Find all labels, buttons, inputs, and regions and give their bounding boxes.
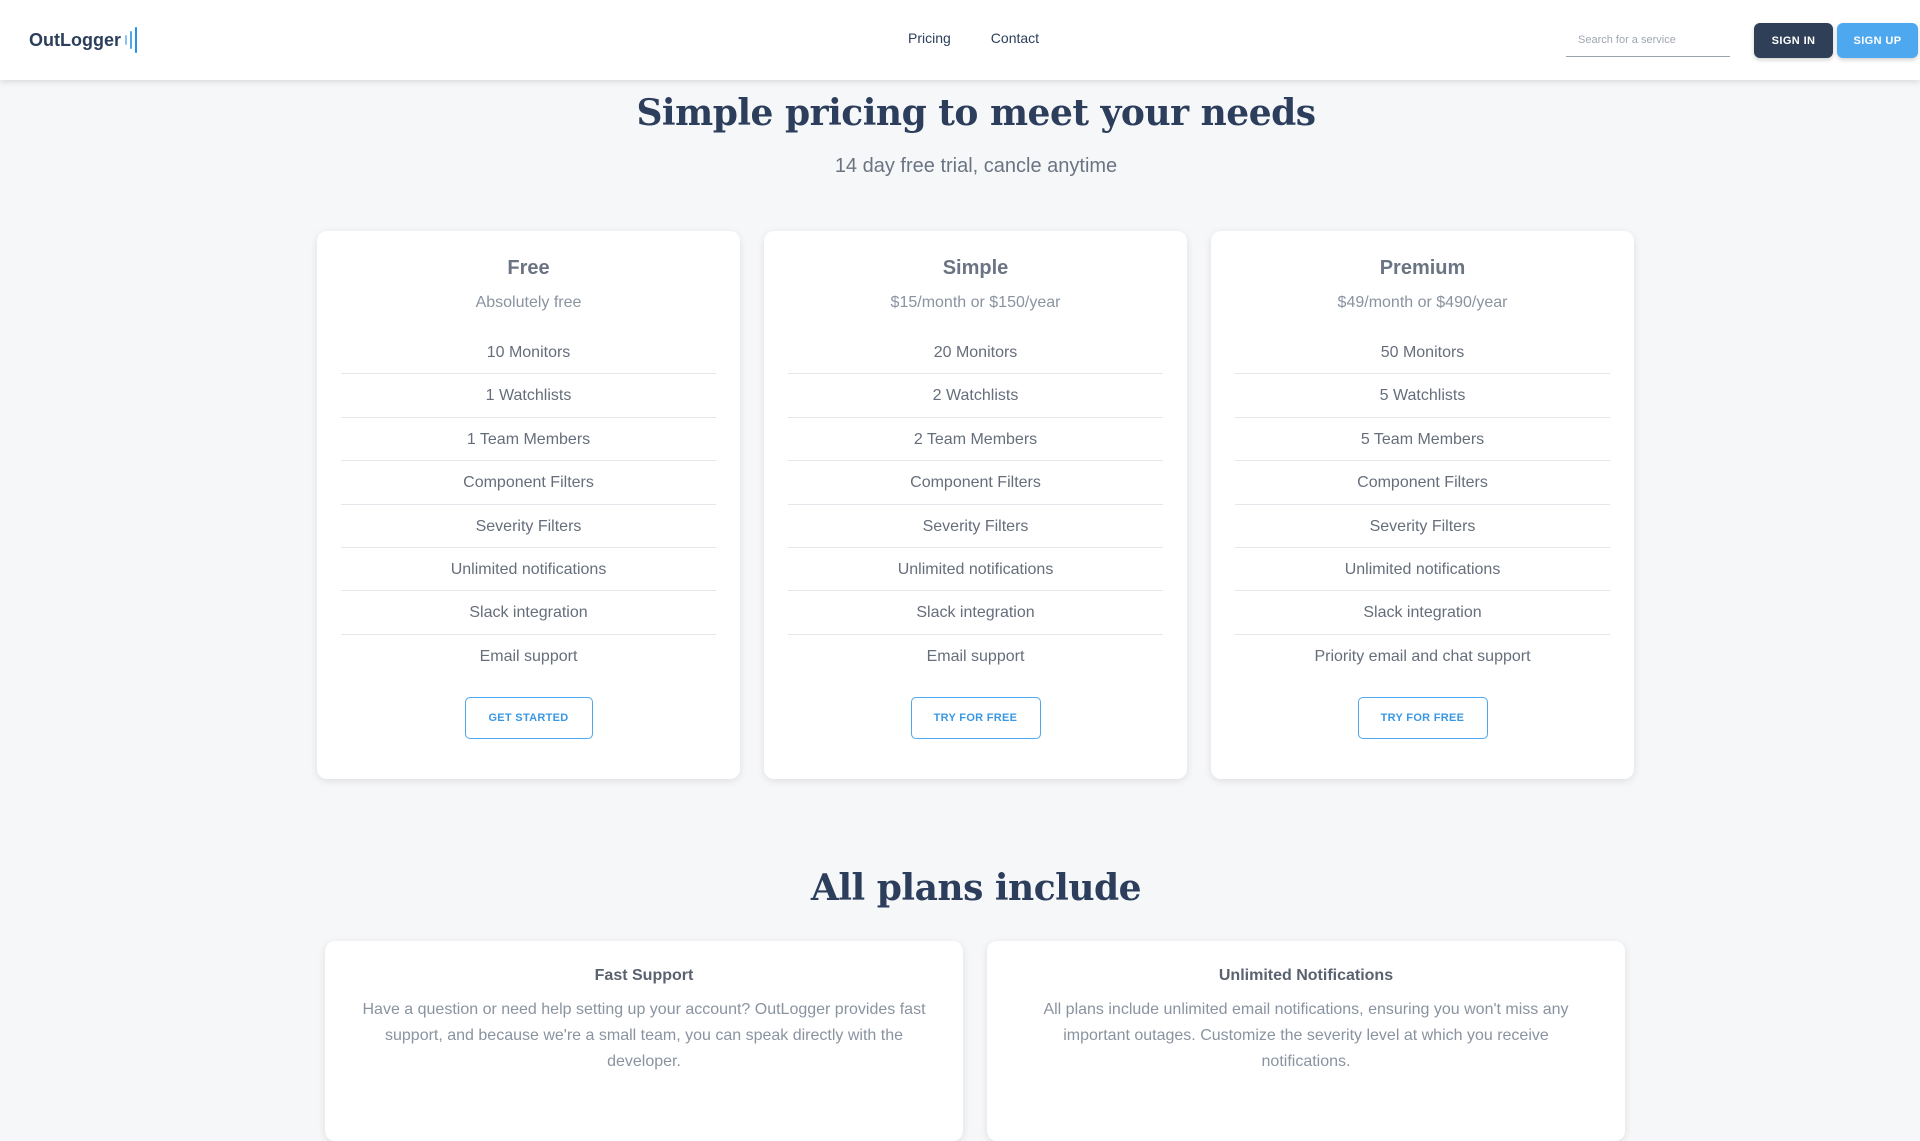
feature-item: Priority email and chat support xyxy=(1314,647,1531,665)
sign-in-button[interactable]: SIGN IN xyxy=(1754,23,1833,58)
plan-name: Free xyxy=(507,257,550,279)
plan-features: 20 Monitors 2 Watchlists 2 Team Members … xyxy=(788,331,1163,678)
included-features: Fast Support Have a question or need hel… xyxy=(325,941,1625,1141)
feature-item: Severity Filters xyxy=(788,505,1163,548)
feature-item: 10 Monitors xyxy=(341,331,716,375)
feature-item: Severity Filters xyxy=(1235,505,1610,548)
include-card-unlimited-notifications: Unlimited Notifications All plans includ… xyxy=(987,941,1625,1141)
plan-card-free: Free Absolutely free 10 Monitors 1 Watch… xyxy=(317,231,740,779)
logo-bars-icon xyxy=(125,26,137,54)
main-nav: Pricing Contact xyxy=(908,30,1039,46)
feature-item: Unlimited notifications xyxy=(1235,548,1610,592)
include-card-title: Unlimited Notifications xyxy=(1218,967,1394,984)
feature-item: Unlimited notifications xyxy=(788,548,1163,592)
feature-item: Slack integration xyxy=(1235,591,1610,635)
page-subtitle: 14 day free trial, cancle anytime xyxy=(834,155,1118,177)
search-input[interactable] xyxy=(1566,24,1730,57)
feature-item: Email support xyxy=(926,647,1025,665)
include-card-fast-support: Fast Support Have a question or need hel… xyxy=(325,941,963,1141)
plan-price: $49/month or $490/year xyxy=(1337,294,1508,311)
feature-item: Component Filters xyxy=(788,461,1163,505)
feature-item: Component Filters xyxy=(1235,461,1610,505)
nav-pricing-link[interactable]: Pricing xyxy=(908,30,951,46)
pricing-plans: Free Absolutely free 10 Monitors 1 Watch… xyxy=(317,231,1634,779)
plan-card-premium: Premium $49/month or $490/year 50 Monito… xyxy=(1211,231,1634,779)
sign-up-button[interactable]: SIGN UP xyxy=(1837,23,1918,58)
include-card-title: Fast Support xyxy=(594,967,694,984)
logo[interactable]: OutLogger xyxy=(29,26,137,54)
feature-item: Slack integration xyxy=(341,591,716,635)
section-title: All plans include xyxy=(810,867,1142,909)
plan-card-simple: Simple $15/month or $150/year 20 Monitor… xyxy=(764,231,1187,779)
feature-item: 20 Monitors xyxy=(788,331,1163,375)
feature-item: Email support xyxy=(479,647,578,665)
get-started-button[interactable]: GET STARTED xyxy=(464,697,593,740)
plan-price: Absolutely free xyxy=(475,294,582,311)
feature-item: Unlimited notifications xyxy=(341,548,716,592)
plan-name: Premium xyxy=(1379,257,1466,279)
top-navbar: OutLogger Pricing Contact SIGN IN SIGN U… xyxy=(0,0,1920,80)
feature-item: 1 Team Members xyxy=(341,418,716,462)
page-title: Simple pricing to meet your needs xyxy=(636,92,1316,134)
feature-item: 5 Team Members xyxy=(1235,418,1610,462)
feature-item: 50 Monitors xyxy=(1235,331,1610,375)
plan-name: Simple xyxy=(942,257,1009,279)
logo-text: OutLogger xyxy=(29,29,121,50)
plan-features: 50 Monitors 5 Watchlists 5 Team Members … xyxy=(1235,331,1610,678)
feature-item: 2 Team Members xyxy=(788,418,1163,462)
try-for-free-button[interactable]: TRY FOR FREE xyxy=(910,697,1041,740)
include-card-text: All plans include unlimited email notifi… xyxy=(1043,1001,1569,1070)
feature-item: Slack integration xyxy=(788,591,1163,635)
feature-item: Severity Filters xyxy=(341,505,716,548)
feature-item: Component Filters xyxy=(341,461,716,505)
nav-contact-link[interactable]: Contact xyxy=(991,30,1039,46)
plan-features: 10 Monitors 1 Watchlists 1 Team Members … xyxy=(341,331,716,678)
feature-item: 2 Watchlists xyxy=(788,374,1163,418)
feature-item: 5 Watchlists xyxy=(1235,374,1610,418)
try-for-free-button[interactable]: TRY FOR FREE xyxy=(1357,697,1488,740)
plan-price: $15/month or $150/year xyxy=(890,294,1061,311)
include-card-text: Have a question or need help setting up … xyxy=(362,1001,926,1070)
feature-item: 1 Watchlists xyxy=(341,374,716,418)
